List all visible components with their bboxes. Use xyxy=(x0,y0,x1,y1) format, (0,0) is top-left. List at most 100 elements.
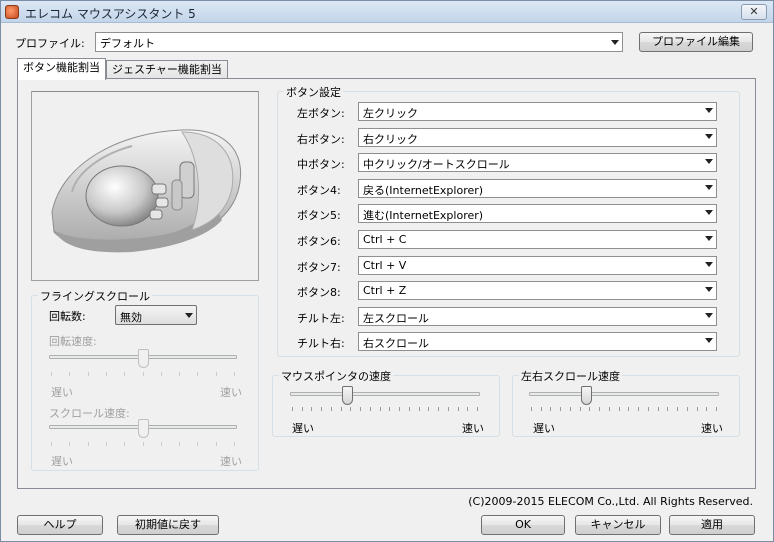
chevron-down-icon xyxy=(705,338,713,344)
tick-mark xyxy=(467,407,468,411)
chevron-down-icon xyxy=(705,261,713,267)
main-window: エレコム マウスアシスタント 5 ✕ プロファイル: デフォルト プロファイル編… xyxy=(0,0,774,542)
button-setting-label: ボタン4: xyxy=(297,183,341,197)
mouse-image-frame xyxy=(31,91,259,281)
rotation-speed-ticks xyxy=(51,372,235,376)
button-setting-label: ボタン6: xyxy=(297,235,341,248)
tick-mark xyxy=(428,407,429,411)
title-bar: エレコム マウスアシスタント 5 ✕ xyxy=(1,1,773,23)
hscroll-speed-track xyxy=(529,392,719,396)
tick-mark xyxy=(234,372,235,376)
tick-mark xyxy=(69,442,70,446)
button-setting-label: 中ボタン: xyxy=(297,158,345,172)
button-setting-label: 右ボタン: xyxy=(297,132,345,146)
scroll-speed-label: スクロール速度: xyxy=(49,407,130,420)
rotation-select[interactable]: 無効 xyxy=(115,305,197,325)
tick-mark xyxy=(350,407,351,411)
tick-mark xyxy=(716,407,717,411)
rotation-speed-slider[interactable] xyxy=(138,349,149,368)
profile-edit-button[interactable]: プロファイル編集 xyxy=(639,32,753,52)
button-setting-select[interactable]: 左クリック xyxy=(358,102,717,121)
tick-mark xyxy=(619,407,620,411)
button-setting-value: 中クリック/オートスクロール xyxy=(363,158,510,172)
tab-gesture-assignment[interactable]: ジェスチャー機能割当 xyxy=(106,60,228,80)
button-setting-label: 左ボタン: xyxy=(297,107,345,120)
rotation-select-value: 無効 xyxy=(120,311,142,324)
hscroll-speed-ticks xyxy=(531,407,717,411)
button-setting-select[interactable]: 右スクロール xyxy=(358,332,717,352)
rotation-label: 回転数: xyxy=(49,310,86,323)
tick-mark xyxy=(51,442,52,446)
scroll-speed-slider[interactable] xyxy=(138,419,149,438)
reset-defaults-button[interactable]: 初期値に戻す xyxy=(117,515,219,535)
flying-scroll-title: フライングスクロール xyxy=(38,288,152,304)
tick-mark xyxy=(448,407,449,411)
tick-mark xyxy=(399,407,400,411)
button-setting-value: Ctrl + V xyxy=(363,258,407,272)
button-setting-select[interactable]: Ctrl + C xyxy=(358,230,717,249)
cancel-button[interactable]: キャンセル xyxy=(575,515,661,535)
button-setting-label: チルト右: xyxy=(297,337,345,351)
button-setting-select[interactable]: 戻る(InternetExplorer) xyxy=(358,178,717,198)
help-button[interactable]: ヘルプ xyxy=(17,515,103,535)
button-setting-select[interactable]: 中クリック/オートスクロール xyxy=(358,153,717,173)
tick-mark xyxy=(51,372,52,376)
button-setting-select[interactable]: 進む(InternetExplorer) xyxy=(358,204,717,224)
pointer-speed-slider[interactable] xyxy=(342,386,353,405)
button-setting-select[interactable]: Ctrl + Z xyxy=(358,281,717,301)
button-setting-select[interactable]: 左スクロール xyxy=(358,306,717,326)
close-button[interactable]: ✕ xyxy=(741,4,767,20)
hscroll-speed-slider[interactable] xyxy=(581,386,592,405)
tick-mark xyxy=(106,372,107,376)
tick-mark xyxy=(599,407,600,411)
tick-mark xyxy=(638,407,639,411)
tick-mark xyxy=(143,442,144,446)
tick-mark xyxy=(541,407,542,411)
tab-button-assignment[interactable]: ボタン機能割当 xyxy=(17,58,106,80)
tick-mark xyxy=(380,407,381,411)
tick-mark xyxy=(531,407,532,411)
tick-mark xyxy=(216,372,217,376)
apply-button[interactable]: 適用 xyxy=(669,515,755,535)
button-setting-select[interactable]: 右クリック xyxy=(358,127,717,147)
pointer-speed-title: マウスポインタの速度 xyxy=(279,368,393,384)
tick-mark xyxy=(589,407,590,411)
button-setting-select[interactable]: Ctrl + V xyxy=(358,255,717,275)
rotation-speed-fast-label: 速い xyxy=(220,386,242,399)
chevron-down-icon xyxy=(705,236,713,241)
profile-label: プロファイル: xyxy=(15,37,85,50)
scroll-speed-ticks xyxy=(51,442,235,446)
tick-mark xyxy=(560,407,561,411)
button-setting-value: Ctrl + C xyxy=(363,233,407,246)
chevron-down-icon xyxy=(705,159,713,165)
tick-mark xyxy=(360,407,361,411)
tick-mark xyxy=(409,407,410,411)
scroll-speed-fast-label: 速い xyxy=(220,455,242,468)
app-icon xyxy=(5,5,19,19)
tick-mark xyxy=(124,372,125,376)
tick-mark xyxy=(88,442,89,446)
chevron-down-icon xyxy=(705,312,713,318)
tick-mark xyxy=(648,407,649,411)
tick-mark xyxy=(628,407,629,411)
pointer-speed-ticks xyxy=(292,407,478,411)
ok-button[interactable]: OK xyxy=(481,515,565,535)
button-setting-value: 左クリック xyxy=(363,107,418,120)
chevron-down-icon xyxy=(705,184,713,190)
chevron-down-icon xyxy=(705,287,713,293)
profile-select-value: デフォルト xyxy=(100,37,155,50)
tick-mark xyxy=(179,372,180,376)
tick-mark xyxy=(331,407,332,411)
hscroll-speed-fast-label: 速い xyxy=(701,422,723,435)
chevron-down-icon xyxy=(705,108,713,113)
button-setting-label: チルト左: xyxy=(297,311,345,325)
tick-mark xyxy=(687,407,688,411)
hscroll-speed-title: 左右スクロール速度 xyxy=(519,368,622,384)
mouse-illustration xyxy=(51,129,242,253)
tick-mark xyxy=(609,407,610,411)
profile-select[interactable]: デフォルト xyxy=(95,32,623,52)
tick-mark xyxy=(161,372,162,376)
tick-mark xyxy=(389,407,390,411)
window-title: エレコム マウスアシスタント 5 xyxy=(25,7,196,21)
copyright-text: (C)2009-2015 ELECOM Co.,Ltd. All Rights … xyxy=(468,495,753,508)
